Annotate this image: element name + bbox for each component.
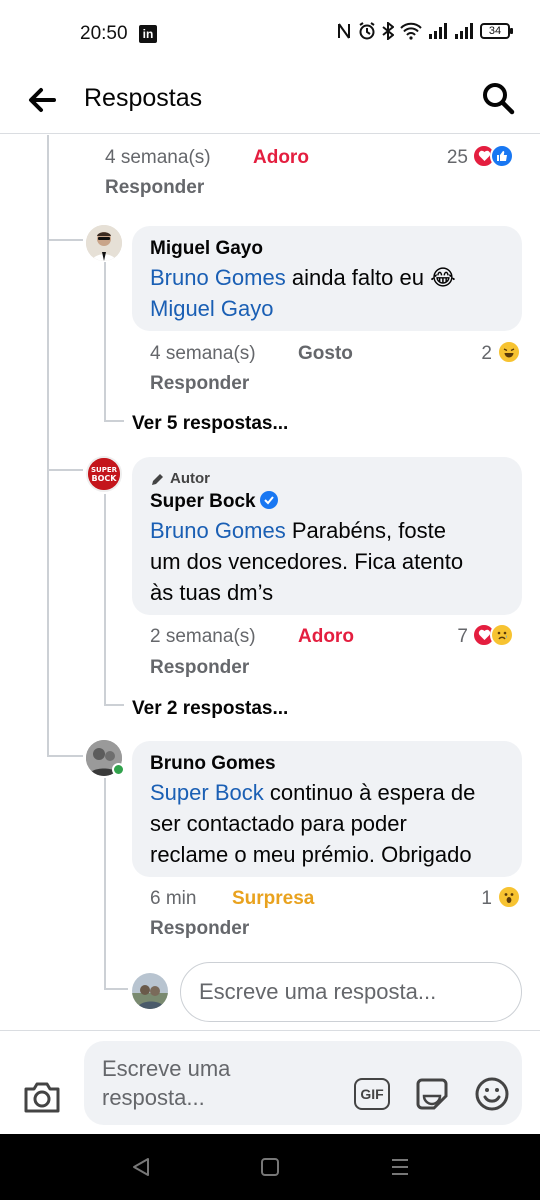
reaction-icons[interactable]: [497, 340, 521, 364]
sticker-icon[interactable]: [414, 1076, 450, 1112]
composer: Escreve uma resposta...: [0, 1030, 540, 1134]
like-icon: [490, 144, 514, 168]
thread-line-sub-branch: [104, 988, 128, 990]
nfc-icon: [338, 23, 350, 39]
system-nav-bar: [0, 1134, 540, 1200]
comment-text: Super Bock continuo à espera de: [150, 777, 504, 808]
comment-bubble[interactable]: Autor Super Bock Bruno Gomes Parabéns, f…: [132, 457, 522, 615]
reaction-label-wow[interactable]: Surpresa: [232, 888, 314, 910]
thread-line-sub: [104, 494, 106, 706]
verified-icon: [259, 490, 278, 509]
page-title: Respostas: [84, 84, 203, 112]
thread-line-branch: [47, 239, 83, 241]
comment-input[interactable]: Escreve uma resposta...: [84, 1041, 522, 1125]
comment-text-line: Parabéns, foste: [285, 518, 446, 543]
reaction-label-love[interactable]: Adoro: [298, 626, 354, 648]
status-time: 20:50: [80, 23, 128, 44]
reply-link[interactable]: Responder: [105, 177, 204, 199]
gif-icon[interactable]: GIF: [354, 1078, 390, 1110]
reply-input[interactable]: Escreve uma resposta...: [180, 962, 522, 1022]
comment-time: 4 semana(s): [150, 343, 256, 364]
reaction-count[interactable]: 25: [430, 147, 468, 169]
comment-time: 2 semana(s): [150, 626, 256, 647]
author-badge: Autor: [150, 469, 504, 489]
avatar[interactable]: [86, 225, 122, 261]
nav-back-icon[interactable]: [130, 1156, 152, 1178]
comment-author[interactable]: Bruno Gomes: [150, 751, 504, 777]
mention-link[interactable]: Super Bock: [150, 780, 264, 805]
reaction-icons[interactable]: [472, 144, 514, 168]
comment-author[interactable]: Miguel Gayo: [150, 236, 504, 262]
pencil-icon: [152, 473, 163, 485]
laughing-icon: [497, 340, 521, 364]
signal-icon: [429, 23, 447, 39]
reaction-icons[interactable]: [472, 623, 514, 647]
view-replies-link[interactable]: Ver 2 respostas...: [132, 698, 288, 720]
signal-icon: [455, 23, 473, 39]
comment-author-name[interactable]: Super Bock: [150, 491, 256, 512]
comment-text-line: reclame o meu prémio. Obrigado: [150, 842, 472, 867]
comment-text-line: ainda falto eu 😂: [285, 265, 456, 290]
wow-icon: [497, 885, 521, 909]
comment-time: 4 semana(s): [105, 147, 211, 168]
reaction-count[interactable]: 2: [460, 343, 492, 365]
online-status-indicator: [112, 763, 125, 776]
comment-bubble[interactable]: Miguel Gayo Bruno Gomes ainda falto eu 😂…: [132, 226, 522, 331]
avatar-text: BOCK: [92, 474, 118, 483]
sad-icon: [490, 623, 514, 647]
header: Respostas: [0, 68, 540, 134]
like-button[interactable]: Gosto: [298, 343, 353, 365]
battery-icon: 34: [480, 23, 513, 39]
comment-text-line: continuo à espera de: [263, 780, 476, 805]
comment-text: Bruno Gomes Parabéns, foste: [150, 515, 504, 546]
status-bar: 20:50 in 34: [0, 0, 540, 68]
camera-icon[interactable]: [22, 1079, 62, 1115]
emoji-icon[interactable]: [474, 1076, 510, 1112]
reply-link[interactable]: Responder: [150, 373, 249, 395]
reaction-count[interactable]: 7: [436, 626, 468, 648]
thread-line-sub: [104, 778, 106, 990]
mention-link[interactable]: Miguel Gayo: [150, 293, 504, 324]
comment-text-line: ser contactado para poder: [150, 811, 407, 836]
nav-recents-icon[interactable]: [390, 1156, 410, 1178]
bluetooth-icon: [382, 22, 394, 40]
reaction-count[interactable]: 1: [460, 888, 492, 910]
nav-home-icon[interactable]: [260, 1156, 280, 1178]
thread-line-main: [47, 135, 49, 757]
reply-link[interactable]: Responder: [150, 657, 249, 679]
author-badge-label: Autor: [170, 470, 210, 487]
comment-text-line: às tuas dm’s: [150, 580, 274, 605]
mention-link[interactable]: Bruno Gomes: [150, 518, 286, 543]
arrow-left-icon[interactable]: [24, 82, 60, 118]
alarm-icon: [359, 22, 375, 40]
reaction-icons[interactable]: [497, 885, 521, 909]
avatar: [132, 973, 168, 1009]
thread-line-sub-branch: [104, 420, 124, 422]
thread-line-sub-branch: [104, 704, 124, 706]
comment-text: Bruno Gomes ainda falto eu 😂: [150, 262, 504, 293]
reaction-label-love[interactable]: Adoro: [253, 147, 309, 169]
thread-line-sub: [104, 262, 106, 422]
comment-text-line: um dos vencedores. Fica atento: [150, 549, 464, 574]
thread-line-branch: [47, 755, 83, 757]
linkedin-icon: in: [139, 25, 157, 43]
avatar-text: SUPER: [91, 466, 118, 474]
status-icons: 34: [336, 22, 513, 40]
avatar[interactable]: SUPER BOCK: [86, 456, 122, 492]
comment-time: 6 min: [150, 888, 197, 909]
comment-author[interactable]: Super Bock: [150, 489, 504, 515]
comment-bubble[interactable]: Bruno Gomes Super Bock continuo à espera…: [132, 741, 522, 877]
mention-link[interactable]: Bruno Gomes: [150, 265, 286, 290]
reply-link[interactable]: Responder: [150, 918, 249, 940]
search-icon[interactable]: [480, 80, 516, 116]
thread-line-branch: [47, 469, 83, 471]
wifi-icon: [400, 22, 422, 40]
view-replies-link[interactable]: Ver 5 respostas...: [132, 413, 288, 435]
